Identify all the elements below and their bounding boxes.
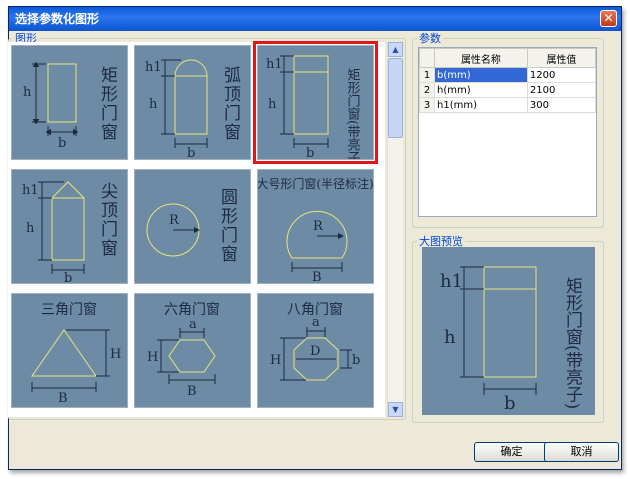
window-title: 选择参数化图形 — [15, 12, 100, 26]
shape-tile-rect[interactable]: h b 矩形门窗 — [11, 45, 128, 160]
tile-dim-h1: h1 — [145, 60, 162, 75]
tile-label: 八角门窗 — [287, 301, 343, 318]
scroll-down-button[interactable]: ▼ — [388, 402, 403, 417]
preview-dim-h: h — [444, 327, 456, 348]
param-corner-cell — [419, 48, 435, 68]
param-row[interactable]: 3 h1(mm) 300 — [419, 97, 597, 113]
tile-label: 弧顶门窗 — [220, 66, 241, 142]
preview-dim-b: b — [504, 393, 516, 414]
param-header-value: 属性值 — [526, 48, 597, 68]
scroll-thumb[interactable] — [388, 58, 403, 138]
tile-dim-b: b — [58, 136, 66, 151]
tile-label: 三角门窗 — [41, 301, 97, 318]
tile-label: 圆形门窗 — [217, 188, 238, 264]
tile-label: 六角门窗 — [164, 301, 220, 318]
preview-dim-h1: h1 — [440, 271, 463, 292]
tile-dim-b: b — [306, 146, 314, 159]
tile-label: 矩形门窗(带亮子) — [345, 68, 361, 159]
tile-dim-R: R — [313, 219, 324, 234]
shape-tile-circle[interactable]: R 圆形门窗 — [134, 169, 251, 284]
close-icon: ✕ — [603, 11, 614, 25]
tile-dim-H: H — [270, 353, 281, 368]
chevron-down-icon: ▼ — [392, 405, 399, 414]
param-row-index: 1 — [419, 67, 435, 83]
tile-dim-B: B — [312, 270, 322, 283]
tile-dim-h: h — [149, 97, 158, 112]
shape-tile-triangle[interactable]: H B 三角门窗 — [11, 293, 128, 408]
cancel-button[interactable]: 取消 — [544, 442, 619, 462]
param-header-name: 属性名称 — [434, 48, 528, 68]
tile-label: 矩形门窗 — [97, 66, 118, 142]
shape-tile-arch[interactable]: h1 h b 弧顶门窗 — [134, 45, 251, 160]
param-row-index: 2 — [419, 82, 435, 98]
params-group-legend: 参数 — [419, 32, 441, 45]
tile-label: 尖顶门窗 — [97, 182, 118, 258]
tile-dim-B: B — [58, 391, 68, 406]
shape-tile-rect-transom[interactable]: h1 h b 矩形门窗(带亮子) — [253, 41, 378, 164]
shape-tile-large-arch[interactable]: R B 大号形门窗(半径标注) — [257, 169, 374, 284]
ok-button[interactable]: 确定 — [474, 442, 549, 462]
tile-dim-D: D — [310, 344, 320, 359]
param-row-index: 3 — [419, 97, 435, 113]
tile-dim-b: b — [64, 271, 72, 283]
shape-tile-pointed[interactable]: h1 h b 尖顶门窗 — [11, 169, 128, 284]
tile-dim-R: R — [169, 213, 180, 228]
title-bar[interactable]: 选择参数化图形 ✕ — [9, 7, 621, 31]
chevron-up-icon: ▲ — [392, 45, 399, 54]
tile-dim-B: B — [187, 384, 197, 399]
tile-dim-b: b — [352, 353, 360, 368]
gallery-scrollbar[interactable]: ▲ ▼ — [387, 42, 403, 417]
shape-tile-octagon[interactable]: a D H b 八角门窗 — [257, 293, 374, 408]
param-row-name[interactable]: h(mm) — [434, 82, 528, 98]
tile-dim-h1: h1 — [266, 57, 283, 72]
tile-dim-b: b — [187, 146, 195, 159]
param-row-value[interactable]: 300 — [526, 97, 597, 113]
param-row-name[interactable]: h1(mm) — [434, 97, 528, 113]
tile-dim-H: H — [147, 350, 158, 365]
preview-panel: h1 h b 矩形门窗(带亮子) — [422, 247, 595, 415]
close-button[interactable]: ✕ — [600, 10, 617, 27]
param-row[interactable]: 2 h(mm) 2100 — [419, 82, 597, 98]
shape-gallery: h b 矩形门窗 h1 h b 弧顶门窗 h1 h b 矩形门窗(带亮子) h1… — [8, 41, 385, 417]
tile-dim-a: a — [189, 317, 197, 332]
param-row[interactable]: 1 b(mm) 1200 — [419, 67, 597, 83]
param-row-value[interactable]: 1200 — [526, 67, 597, 83]
param-table: 属性名称 属性值 1 b(mm) 1200 2 h(mm) 2100 3 h1(… — [418, 47, 597, 217]
tile-dim-h: h — [23, 85, 32, 100]
scroll-up-button[interactable]: ▲ — [388, 42, 403, 57]
preview-label: 矩形门窗(带亮子) — [562, 277, 583, 409]
tile-label: 大号形门窗(半径标注) — [258, 176, 373, 191]
tile-dim-H: H — [110, 347, 121, 362]
param-row-value[interactable]: 2100 — [526, 82, 597, 98]
tile-dim-h: h — [26, 221, 35, 236]
tile-dim-h1: h1 — [22, 183, 39, 198]
param-row-name[interactable]: b(mm) — [434, 67, 528, 83]
shape-tile-hexagon[interactable]: a H B 六角门窗 — [134, 293, 251, 408]
tile-dim-h: h — [268, 97, 277, 112]
param-table-header: 属性名称 属性值 — [419, 48, 597, 68]
